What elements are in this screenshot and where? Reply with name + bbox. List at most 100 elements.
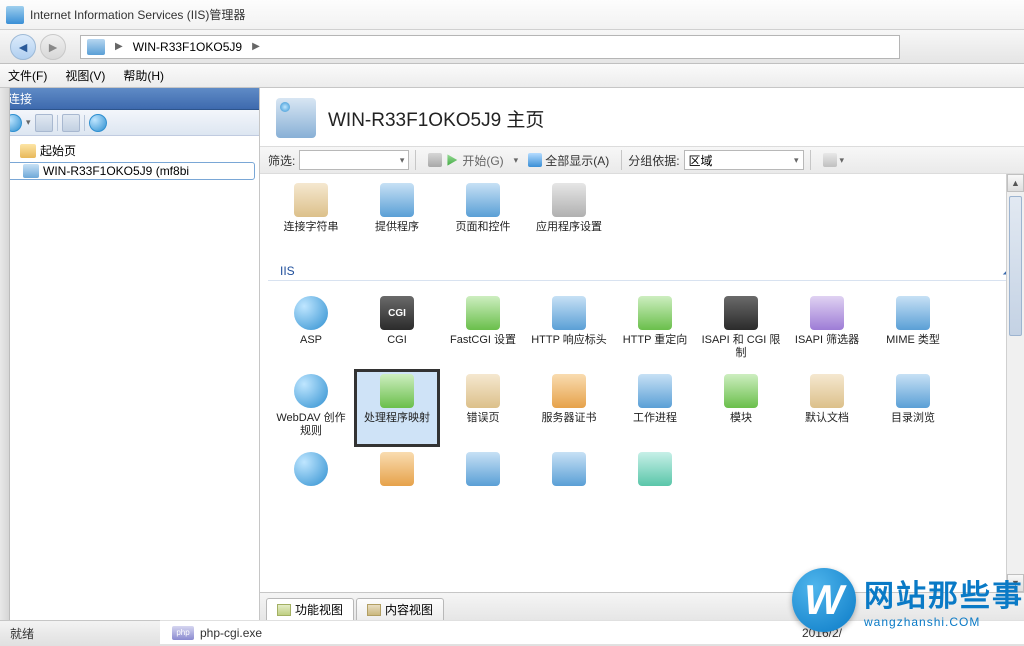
show-all-icon [528, 153, 542, 167]
filter-go-button[interactable]: 开始(G) [422, 152, 509, 169]
default-document-icon [810, 374, 844, 408]
feature-webdav-authoring[interactable]: WebDAV 创作规则 [268, 369, 354, 447]
feature-label: 错误页 [465, 412, 502, 425]
feature-label: HTTP 重定向 [621, 334, 690, 347]
breadcrumb-root-icon [87, 39, 105, 55]
nav-forward-button[interactable]: ► [40, 34, 66, 60]
feature-label: 目录浏览 [889, 412, 937, 425]
feature-feature-extra-1[interactable] [268, 447, 354, 495]
feature-extra-3-icon [466, 452, 500, 486]
feature-isapi-filters[interactable]: ISAPI 筛选器 [784, 291, 870, 369]
handler-mappings-icon [380, 374, 414, 408]
breadcrumb-separator: ▶ [246, 41, 266, 52]
isapi-cgi-restrictions-icon [724, 296, 758, 330]
up-level-icon[interactable] [62, 114, 80, 132]
tree-item-home[interactable]: 起始页 [0, 140, 259, 161]
scroll-thumb[interactable] [1009, 196, 1022, 336]
feature-connection-strings[interactable]: 连接字符串 [268, 178, 354, 256]
http-redirect-icon [638, 296, 672, 330]
feature-handler-mappings[interactable]: 处理程序映射 [354, 369, 440, 447]
feature-directory-browsing[interactable]: 目录浏览 [870, 369, 956, 447]
fastcgi-icon [466, 296, 500, 330]
vertical-scrollbar[interactable]: ▲ ▼ [1006, 174, 1024, 592]
connections-header: 连接 [0, 88, 259, 110]
server-home-icon [276, 98, 316, 138]
home-icon [20, 144, 36, 158]
feature-label: WebDAV 创作规则 [269, 412, 353, 438]
feature-label: 提供程序 [373, 221, 421, 234]
background-file-name: php-cgi.exe [200, 626, 262, 640]
feature-app-settings[interactable]: 应用程序设置 [526, 178, 612, 256]
mime-types-icon [896, 296, 930, 330]
refresh-icon[interactable] [89, 114, 107, 132]
feature-cgi[interactable]: CGICGI [354, 291, 440, 369]
feature-http-response-headers[interactable]: HTTP 响应标头 [526, 291, 612, 369]
show-all-button[interactable]: 全部显示(A) [522, 152, 615, 169]
feature-pages-controls[interactable]: 页面和控件 [440, 178, 526, 256]
feature-label: MIME 类型 [884, 334, 942, 347]
nav-back-button[interactable]: ◄ [10, 34, 36, 60]
scroll-down-arrow[interactable]: ▼ [1007, 574, 1024, 592]
group-by-select[interactable]: 区域▾ [684, 150, 804, 170]
feature-extra-2-icon [380, 452, 414, 486]
pages-controls-icon [466, 183, 500, 217]
scroll-up-arrow[interactable]: ▲ [1007, 174, 1024, 192]
feature-label: CGI [385, 334, 409, 347]
iis-app-icon [6, 6, 24, 24]
menu-help[interactable]: 帮助(H) [123, 67, 164, 84]
filter-input[interactable]: ▾ [299, 150, 409, 170]
save-icon[interactable] [35, 114, 53, 132]
feature-feature-extra-4[interactable] [526, 447, 612, 495]
feature-providers[interactable]: 提供程序 [354, 178, 440, 256]
asp-icon [294, 296, 328, 330]
feature-server-certificates[interactable]: 服务器证书 [526, 369, 612, 447]
background-file-date: 2016/2/ [802, 626, 842, 640]
view-mode-button[interactable]: ▾ [817, 153, 851, 167]
breadcrumb[interactable]: ▶ WIN-R33F1OKO5J9 ▶ [80, 35, 900, 59]
feature-grid: 连接字符串提供程序 页面和控件应用程序设置 IIS ◢ ASPCGICGIFast… [260, 174, 1024, 592]
feature-label: 默认文档 [803, 412, 851, 425]
play-icon [445, 153, 459, 167]
feature-default-document[interactable]: 默认文档 [784, 369, 870, 447]
menu-view[interactable]: 视图(V) [65, 67, 105, 84]
feature-feature-extra-2[interactable] [354, 447, 440, 495]
feature-worker-processes[interactable]: 工作进程 [612, 369, 698, 447]
webdav-authoring-icon [294, 374, 328, 408]
feature-label: 服务器证书 [540, 412, 599, 425]
modules-icon [724, 374, 758, 408]
tree-item-server[interactable]: WIN-R33F1OKO5J9 (mf8bi [4, 162, 255, 180]
app-settings-icon [552, 183, 586, 217]
feature-feature-extra-5[interactable] [612, 447, 698, 495]
feature-extra-5-icon [638, 452, 672, 486]
window-titlebar: Internet Information Services (IIS)管理器 [0, 0, 1024, 30]
group-header-iis[interactable]: IIS ◢ [268, 258, 1016, 281]
feature-extra-1-icon [294, 452, 328, 486]
page-title: WIN-R33F1OKO5J9 主页 [328, 105, 544, 132]
feature-asp[interactable]: ASP [268, 291, 354, 369]
breadcrumb-server[interactable]: WIN-R33F1OKO5J9 [129, 40, 246, 54]
status-text: 就绪 [10, 625, 34, 642]
isapi-filters-icon [810, 296, 844, 330]
window-left-edge [0, 88, 10, 620]
connections-panel: 连接 ▾ 起始页WIN-R33F1OKO5J9 (mf8bi [0, 88, 260, 620]
feature-http-redirect[interactable]: HTTP 重定向 [612, 291, 698, 369]
feature-mime-types[interactable]: MIME 类型 [870, 291, 956, 369]
funnel-icon [428, 153, 442, 167]
feature-label: 页面和控件 [454, 221, 513, 234]
menu-bar: 文件(F) 视图(V) 帮助(H) [0, 64, 1024, 88]
feature-feature-extra-3[interactable] [440, 447, 526, 495]
feature-modules[interactable]: 模块 [698, 369, 784, 447]
menu-file[interactable]: 文件(F) [8, 67, 47, 84]
nav-bar: ◄ ► ▶ WIN-R33F1OKO5J9 ▶ [0, 30, 1024, 64]
feature-error-pages[interactable]: 错误页 [440, 369, 526, 447]
filter-bar: 筛选: ▾ 开始(G) ▾ 全部显示(A) 分组依据: 区域▾ ▾ [260, 146, 1024, 174]
feature-isapi-cgi-restrictions[interactable]: ISAPI 和 CGI 限制 [698, 291, 784, 369]
background-file-row: php php-cgi.exe 2016/2/ [160, 620, 1024, 644]
tree-item-label: 起始页 [40, 142, 76, 159]
tab-features-view[interactable]: 功能视图 [266, 598, 354, 620]
server-icon [23, 164, 39, 178]
connection-strings-icon [294, 183, 328, 217]
feature-fastcgi[interactable]: FastCGI 设置 [440, 291, 526, 369]
tab-content-view[interactable]: 内容视图 [356, 598, 444, 620]
filter-label: 筛选: [268, 152, 295, 169]
